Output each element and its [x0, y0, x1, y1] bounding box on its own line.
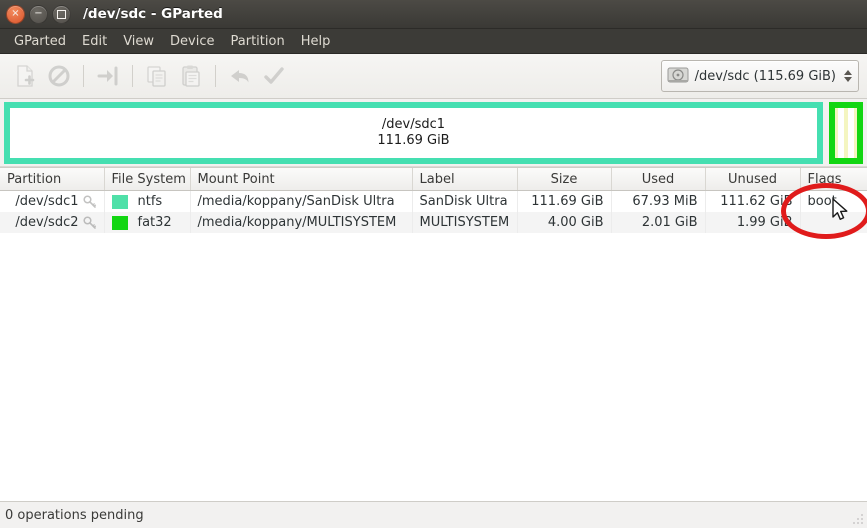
partition-block-fill	[838, 108, 854, 158]
delete-partition-button[interactable]	[42, 59, 76, 93]
menu-item-edit[interactable]: Edit	[74, 32, 115, 51]
filesystem-color-swatch	[111, 194, 128, 209]
toolbar: /dev/sdc (115.69 GiB)	[0, 54, 867, 99]
toolbar-separator-2	[132, 65, 133, 87]
column-header-label[interactable]: Label	[412, 168, 518, 191]
filesystem-name: ntfs	[137, 194, 163, 209]
maximize-button[interactable]	[52, 4, 71, 24]
cell-used[interactable]: 67.93 MiB	[611, 190, 706, 212]
cell-partition[interactable]: /dev/sdc2	[0, 212, 105, 233]
column-header-filesystem[interactable]: File System	[104, 168, 191, 191]
title-bar: × − /dev/sdc - GParted	[0, 0, 867, 29]
key-icon	[82, 215, 96, 229]
cell-flags[interactable]: boot	[800, 190, 867, 212]
cell-label[interactable]: SanDisk Ultra	[412, 190, 518, 212]
window-controls: × −	[6, 4, 71, 24]
column-header-partition[interactable]: Partition	[0, 168, 105, 191]
status-text: 0 operations pending	[5, 507, 144, 523]
gparted-window: × − /dev/sdc - GParted GParted Edit View…	[0, 0, 867, 528]
maximize-icon	[57, 9, 66, 19]
paste-icon	[182, 65, 200, 87]
new-partition-button[interactable]	[8, 59, 42, 93]
cell-used[interactable]: 2.01 GiB	[611, 212, 706, 233]
close-icon: ×	[11, 8, 20, 19]
menu-item-gparted[interactable]: GParted	[6, 32, 74, 51]
device-selector-value: /dev/sdc (115.69 GiB)	[694, 68, 836, 84]
key-icon	[82, 194, 96, 208]
partition-block-sdc2[interactable]	[829, 102, 863, 164]
resize-move-icon	[97, 66, 118, 86]
cell-filesystem[interactable]: fat32	[104, 212, 191, 233]
apply-button[interactable]	[257, 59, 291, 93]
cell-label[interactable]: MULTISYSTEM	[412, 212, 518, 233]
hard-disk-icon	[667, 67, 689, 83]
paste-button[interactable]	[174, 59, 208, 93]
table-header-row: Partition File System Mount Point Label …	[0, 168, 867, 191]
partition-table: Partition File System Mount Point Label …	[0, 168, 867, 233]
chevron-up-icon	[844, 70, 852, 75]
menu-item-help[interactable]: Help	[293, 32, 339, 51]
menu-item-partition[interactable]: Partition	[223, 32, 293, 51]
copy-icon	[147, 66, 166, 87]
toolbar-separator-3	[215, 65, 216, 87]
device-selector-spinner[interactable]	[844, 70, 852, 82]
device-selector[interactable]: /dev/sdc (115.69 GiB)	[660, 60, 859, 92]
toolbar-separator-1	[83, 65, 84, 87]
filesystem-color-swatch	[111, 215, 128, 230]
column-header-flags[interactable]: Flags	[800, 168, 867, 191]
cell-size[interactable]: 111.69 GiB	[517, 190, 612, 212]
cell-mountpoint[interactable]: /media/koppany/SanDisk Ultra	[190, 190, 413, 212]
undo-button[interactable]	[223, 59, 257, 93]
partition-block-sdc1[interactable]: /dev/sdc1 111.69 GiB	[4, 102, 823, 164]
partition-graphic: /dev/sdc1 111.69 GiB	[0, 99, 867, 167]
chevron-down-icon	[844, 77, 852, 82]
partition-name: /dev/sdc1	[15, 194, 79, 209]
window-title: /dev/sdc - GParted	[83, 6, 223, 22]
cell-unused[interactable]: 111.62 GiB	[705, 190, 801, 212]
cell-flags[interactable]	[800, 212, 867, 233]
minimize-button[interactable]: −	[29, 4, 48, 24]
status-bar: 0 operations pending	[0, 501, 867, 528]
undo-icon	[231, 70, 249, 83]
cell-size[interactable]: 4.00 GiB	[517, 212, 612, 233]
resize-move-button[interactable]	[91, 59, 125, 93]
apply-icon	[264, 67, 284, 84]
close-button[interactable]: ×	[6, 4, 25, 24]
cell-mountpoint[interactable]: /media/koppany/MULTISYSTEM	[190, 212, 413, 233]
column-header-mountpoint[interactable]: Mount Point	[190, 168, 413, 191]
filesystem-name: fat32	[137, 215, 172, 230]
minimize-icon: −	[34, 8, 43, 19]
copy-button[interactable]	[140, 59, 174, 93]
column-header-size[interactable]: Size	[517, 168, 612, 191]
cell-filesystem[interactable]: ntfs	[104, 190, 191, 212]
table-row[interactable]: /dev/sdc2 fat32 /media/koppany/MULTISYST…	[0, 212, 867, 233]
column-header-used[interactable]: Used	[611, 168, 706, 191]
menu-item-view[interactable]: View	[115, 32, 162, 51]
partition-block-name: /dev/sdc1	[381, 117, 446, 132]
delete-partition-icon	[48, 65, 70, 87]
new-partition-icon	[17, 65, 35, 87]
partition-block-size: 111.69 GiB	[377, 133, 450, 148]
menu-item-device[interactable]: Device	[162, 32, 222, 51]
cell-partition[interactable]: /dev/sdc1	[0, 190, 105, 212]
table-row[interactable]: /dev/sdc1 ntfs /media/koppany/SanDisk Ul…	[0, 190, 867, 212]
menu-bar: GParted Edit View Device Partition Help	[0, 29, 867, 54]
resize-grip-icon[interactable]	[852, 513, 864, 525]
column-header-unused[interactable]: Unused	[705, 168, 801, 191]
partition-name: /dev/sdc2	[15, 215, 79, 230]
partition-table-area: Partition File System Mount Point Label …	[0, 167, 867, 501]
cell-unused[interactable]: 1.99 GiB	[705, 212, 801, 233]
